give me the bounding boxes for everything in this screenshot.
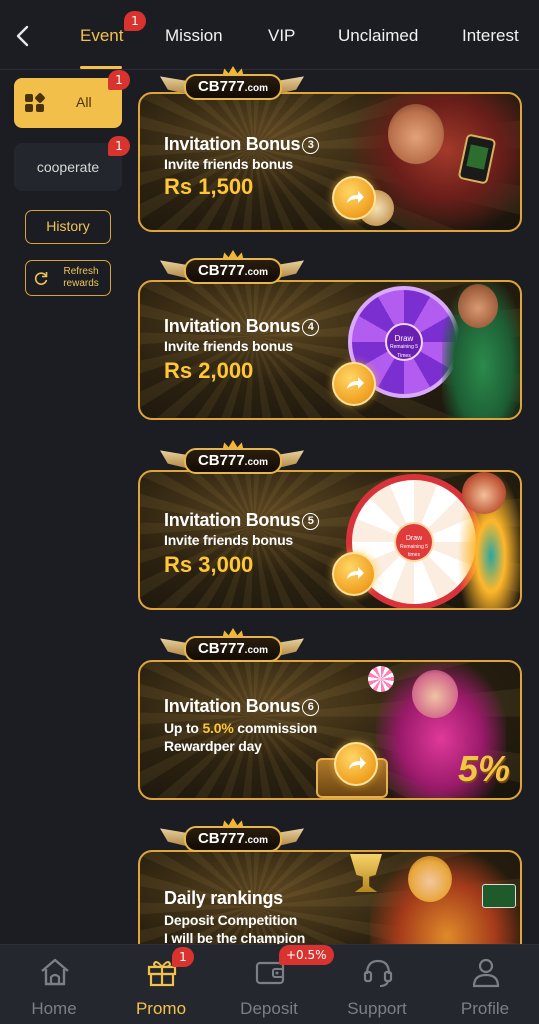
tab-unclaimed[interactable]: Unclaimed bbox=[338, 26, 418, 46]
card-subtitle: Invite friends bonus bbox=[164, 532, 294, 548]
nav-home-label: Home bbox=[31, 999, 77, 1018]
refresh-rewards-label: Refresh rewards bbox=[63, 266, 99, 289]
woman-face bbox=[412, 670, 458, 718]
nav-promo[interactable]: Promo bbox=[111, 945, 211, 1024]
card-amount: Rs 3,000 bbox=[164, 552, 254, 577]
promo-card-invitation-3[interactable]: Invitation Bonus 3 Invite friends bonus R… bbox=[138, 66, 522, 236]
card-subtitle-2: Rewardper day bbox=[164, 738, 262, 754]
nav-promo-badge: 1 bbox=[172, 947, 194, 967]
nav-profile[interactable]: Profile bbox=[435, 945, 535, 1024]
nav-deposit-bonus-badge: +0.5% bbox=[279, 945, 334, 965]
lollipop-image bbox=[368, 666, 394, 692]
refresh-rewards-button[interactable]: Refresh rewards bbox=[25, 260, 111, 296]
arrow-right-icon bbox=[349, 757, 366, 769]
card-go-button[interactable] bbox=[332, 176, 376, 220]
card-subtitle: Invite friends bonus bbox=[164, 156, 294, 172]
nav-home[interactable]: Home bbox=[4, 945, 104, 1024]
filter-all-button[interactable]: All bbox=[14, 78, 122, 128]
flag-card-image bbox=[482, 884, 516, 908]
card-title: Invitation Bonus 5 bbox=[164, 510, 320, 531]
back-arrow-icon[interactable] bbox=[10, 22, 38, 50]
cb777-logo: CB777.com bbox=[160, 440, 304, 480]
tab-mission[interactable]: Mission bbox=[165, 26, 223, 46]
promo-card-invitation-6[interactable]: 5% Invitation Bonus 6 Up to 5.0% commissi… bbox=[138, 628, 522, 804]
home-icon bbox=[41, 958, 69, 986]
filter-cooperate-label: cooperate bbox=[36, 159, 100, 175]
filter-cooperate-badge: 1 bbox=[108, 136, 130, 156]
filter-cooperate-button[interactable]: cooperate bbox=[14, 143, 122, 191]
tab-event-badge: 1 bbox=[124, 11, 146, 31]
cb777-logo: CB777.com bbox=[160, 628, 304, 668]
promo-card-daily-rankings[interactable]: Daily rankings Deposit Competition I wil… bbox=[138, 818, 522, 944]
filter-all-label: All bbox=[76, 94, 92, 110]
profile-icon bbox=[472, 958, 500, 988]
card-go-button[interactable] bbox=[332, 552, 376, 596]
card-title: Invitation Bonus 3 bbox=[164, 134, 320, 155]
woman-face bbox=[408, 856, 452, 902]
grid-icon bbox=[25, 93, 45, 112]
woman-face bbox=[458, 284, 498, 328]
arrow-right-icon bbox=[347, 567, 364, 579]
card-subtitle: Deposit Competition bbox=[164, 912, 298, 928]
cb777-logo: CB777.com bbox=[160, 66, 304, 106]
top-tab-bar: Event 1 Mission VIP Unclaimed Interest bbox=[0, 0, 539, 70]
cb777-logo: CB777.com bbox=[160, 250, 304, 290]
refresh-icon bbox=[34, 272, 48, 285]
card-subtitle-2: I will be the champion bbox=[164, 930, 306, 944]
arrow-right-icon bbox=[347, 377, 364, 389]
filter-all-badge: 1 bbox=[108, 70, 130, 90]
promo-card-invitation-5[interactable]: Draw Remaining 5 times Invitation Bonus 5… bbox=[138, 440, 522, 616]
card-title: Invitation Bonus 4 bbox=[164, 316, 320, 337]
girl-face bbox=[462, 472, 506, 514]
card-go-button[interactable] bbox=[334, 742, 378, 786]
cb777-logo: CB777.com bbox=[160, 818, 304, 858]
arrow-right-icon bbox=[347, 191, 364, 203]
bottom-navigation: Home Promo 1 Deposit +0.5% Support Profi… bbox=[0, 944, 539, 1024]
five-percent-graphic: 5% bbox=[458, 748, 511, 789]
active-tab-indicator bbox=[80, 66, 122, 69]
nav-promo-label: Promo bbox=[135, 999, 187, 1018]
card-title: Daily rankings bbox=[164, 888, 283, 908]
tab-event[interactable]: Event bbox=[80, 26, 123, 46]
card-amount: Rs 2,000 bbox=[164, 358, 254, 383]
card-go-button[interactable] bbox=[332, 362, 376, 406]
card-subtitle: Invite friends bonus bbox=[164, 338, 294, 354]
promo-card-invitation-4[interactable]: Draw Remaining 5 Times Invitation Bonus 4… bbox=[138, 250, 522, 426]
card-subtitle: Up to 5.0% commission bbox=[164, 720, 317, 736]
nav-support[interactable]: Support bbox=[327, 945, 427, 1024]
card-amount: Rs 1,500 bbox=[164, 174, 254, 199]
history-button[interactable]: History bbox=[25, 210, 111, 244]
nav-profile-label: Profile bbox=[460, 999, 510, 1018]
goddess-face bbox=[388, 104, 444, 164]
tab-interest[interactable]: Interest bbox=[462, 26, 519, 46]
headset-icon bbox=[363, 959, 393, 987]
card-title: Invitation Bonus 6 bbox=[164, 696, 320, 717]
nav-deposit-label: Deposit bbox=[240, 999, 298, 1018]
tab-vip[interactable]: VIP bbox=[268, 26, 295, 46]
nav-support-label: Support bbox=[347, 999, 407, 1018]
